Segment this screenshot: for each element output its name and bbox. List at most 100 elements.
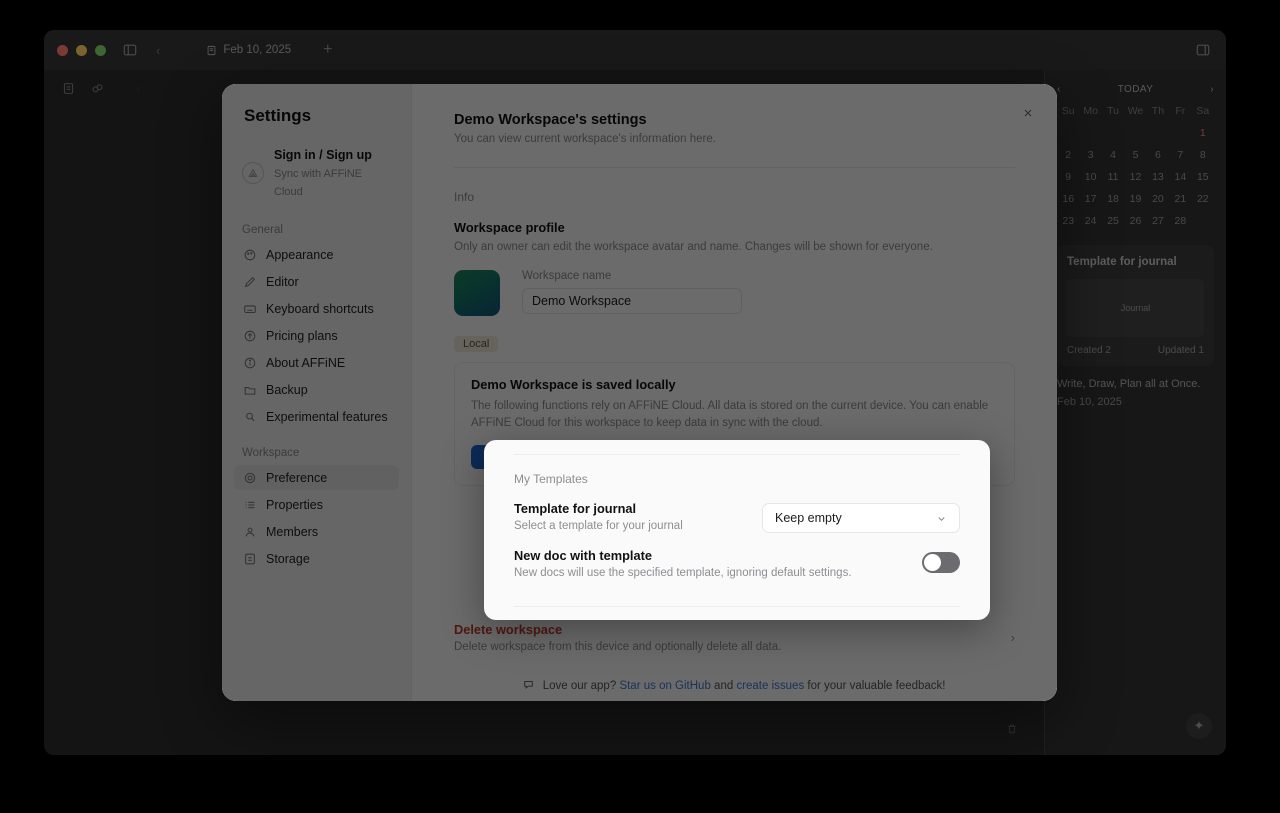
calendar-day[interactable]: 28 <box>1169 215 1191 227</box>
calendar-day[interactable]: 5 <box>1124 149 1146 161</box>
calendar-header: ‹ TODAY › <box>1057 84 1214 95</box>
sidebar-item-preference[interactable]: Preference <box>234 465 399 490</box>
ai-assistant-button[interactable]: ✦ <box>1186 713 1212 739</box>
status-badge: Local <box>454 335 499 352</box>
calendar-day[interactable]: 21 <box>1169 193 1191 205</box>
calendar-prev-button[interactable]: ‹ <box>1057 84 1061 95</box>
window-tab[interactable]: Feb 10, 2025 <box>196 40 301 60</box>
template-select-value: Keep empty <box>775 511 842 525</box>
workspace-name-input[interactable] <box>522 287 742 314</box>
github-star-link[interactable]: Star us on GitHub <box>619 680 710 692</box>
nav-back-icon[interactable]: ‹ <box>156 43 160 58</box>
create-issues-link[interactable]: create issues <box>736 680 804 692</box>
calendar-day[interactable]: 3 <box>1079 149 1101 161</box>
storage-icon <box>242 551 257 566</box>
calendar-day[interactable]: 14 <box>1169 171 1191 183</box>
doc-back-icon[interactable]: ‹ <box>136 81 140 96</box>
sidebar-item-editor[interactable]: Editor <box>234 269 399 294</box>
calendar-day[interactable]: 13 <box>1147 171 1169 183</box>
maximize-window-button[interactable] <box>95 44 106 56</box>
calendar-day[interactable]: 23 <box>1057 215 1079 227</box>
calendar-day[interactable]: 24 <box>1079 215 1101 227</box>
sidebar-item-backup[interactable]: Backup <box>234 377 399 402</box>
calendar-day[interactable]: 8 <box>1192 149 1214 161</box>
calendar-day[interactable]: 17 <box>1079 193 1101 205</box>
calendar-day-empty <box>1079 127 1101 139</box>
delete-workspace-row[interactable]: Delete workspace Delete workspace from t… <box>454 622 1015 653</box>
calendar-day[interactable]: 27 <box>1147 215 1169 227</box>
calendar-day[interactable]: 12 <box>1124 171 1146 183</box>
page-subtitle: You can view current workspace's informa… <box>454 133 716 145</box>
workspace-avatar[interactable] <box>454 269 500 316</box>
journal-card-title: Template for journal <box>1067 256 1177 268</box>
page-title: Demo Workspace's settings <box>454 112 647 128</box>
sign-in-subtitle: Sync with AFFiNE Cloud <box>274 168 363 198</box>
sidebar-item-keyboard-shortcuts[interactable]: Keyboard shortcuts <box>234 296 399 321</box>
footer-prefix: Love our app? <box>542 680 617 692</box>
calendar-day[interactable]: 20 <box>1147 193 1169 205</box>
close-window-button[interactable] <box>57 44 68 56</box>
calendar-day[interactable]: 4 <box>1102 149 1124 161</box>
settings-title: Settings <box>244 106 312 125</box>
sidebar-item-members[interactable]: Members <box>234 519 399 544</box>
window-traffic-lights[interactable] <box>57 44 106 56</box>
journal-template-card[interactable]: Template for journal Journal Created 2 U… <box>1057 245 1214 366</box>
calendar-day[interactable]: 6 <box>1147 149 1169 161</box>
footer-suffix: for your valuable feedback! <box>807 680 946 692</box>
sidebar-item-appearance[interactable]: Appearance <box>234 242 399 267</box>
calendar-day[interactable]: 9 <box>1057 171 1079 183</box>
template-for-journal-texts: Template for journal Select a template f… <box>514 501 683 532</box>
gear-icon <box>242 470 257 485</box>
sidebar-item-about-affine[interactable]: About AFFiNE <box>234 350 399 375</box>
edgeless-mode-icon[interactable] <box>91 82 104 95</box>
calendar-grid[interactable]: Su Mo Tu We Th Fr Sa 1 2 3 4 5 6 7 8 9 10 11 12 13 14 15 16 17 1… <box>1057 105 1214 227</box>
journal-created-count: Created 2 <box>1067 344 1111 356</box>
chevron-right-icon: › <box>1010 630 1015 645</box>
workspace-profile-desc: Only an owner can edit the workspace ava… <box>454 241 933 253</box>
sidebar-item-experimental-features[interactable]: Experimental features <box>234 404 399 429</box>
modal-top-divider <box>514 454 960 455</box>
journal-card-meta: Created 2 Updated 1 <box>1067 345 1204 356</box>
sidebar-item-pricing-plans[interactable]: Pricing plans <box>234 323 399 348</box>
calendar-day[interactable]: 26 <box>1124 215 1146 227</box>
sidebar-item-label: Editor <box>266 274 299 289</box>
template-for-journal-title: Template for journal <box>514 501 637 516</box>
sidebar-item-storage[interactable]: Storage <box>234 546 399 571</box>
new-tab-button[interactable]: + <box>323 41 332 59</box>
sidebar-item-sign-in[interactable]: Sign in / Sign up Sync with AFFiNE Cloud <box>234 140 399 206</box>
toggle-knob <box>924 554 941 571</box>
divider <box>454 167 1015 168</box>
calendar-day[interactable]: 18 <box>1102 193 1124 205</box>
journal-doc-date: Feb 10, 2025 <box>1057 395 1122 408</box>
calendar-day[interactable]: 11 <box>1102 171 1124 183</box>
trash-icon[interactable] <box>1006 723 1018 735</box>
sign-in-texts: Sign in / Sign up Sync with AFFiNE Cloud <box>274 146 391 200</box>
calendar-day-empty <box>1147 127 1169 139</box>
workspace-name-label: Workspace name <box>522 269 612 282</box>
calendar-today-button[interactable]: TODAY <box>1118 84 1154 95</box>
calendar-day[interactable]: 2 <box>1057 149 1079 161</box>
calendar-next-button[interactable]: › <box>1210 84 1214 95</box>
new-doc-toggle[interactable] <box>922 552 960 573</box>
delete-workspace-texts: Delete workspace Delete workspace from t… <box>454 622 781 653</box>
toggle-right-panel-icon[interactable] <box>1196 43 1210 57</box>
calendar-day[interactable]: 7 <box>1169 149 1191 161</box>
sidebar-item-label: Appearance <box>266 247 334 262</box>
toggle-sidebar-icon[interactable] <box>120 40 140 60</box>
sign-in-title: Sign in / Sign up <box>274 148 372 162</box>
calendar-day-empty <box>1169 127 1191 139</box>
calendar-day[interactable]: 15 <box>1192 171 1214 183</box>
sidebar-item-properties[interactable]: Properties <box>234 492 399 517</box>
calendar-day[interactable]: 1 <box>1192 127 1214 139</box>
calendar-day[interactable]: 25 <box>1102 215 1124 227</box>
calendar-day[interactable]: 10 <box>1079 171 1101 183</box>
settings-sidebar: Settings Sign in / Sign up Sync with AFF… <box>222 84 412 701</box>
calendar-day[interactable]: 16 <box>1057 193 1079 205</box>
close-icon[interactable] <box>1017 102 1039 124</box>
calendar-day[interactable]: 22 <box>1192 193 1214 205</box>
calendar-day[interactable]: 19 <box>1124 193 1146 205</box>
doc-mode-icon[interactable] <box>62 82 75 95</box>
template-select[interactable]: Keep empty <box>762 503 960 533</box>
calendar-day-empty <box>1057 127 1079 139</box>
minimize-window-button[interactable] <box>76 44 87 56</box>
